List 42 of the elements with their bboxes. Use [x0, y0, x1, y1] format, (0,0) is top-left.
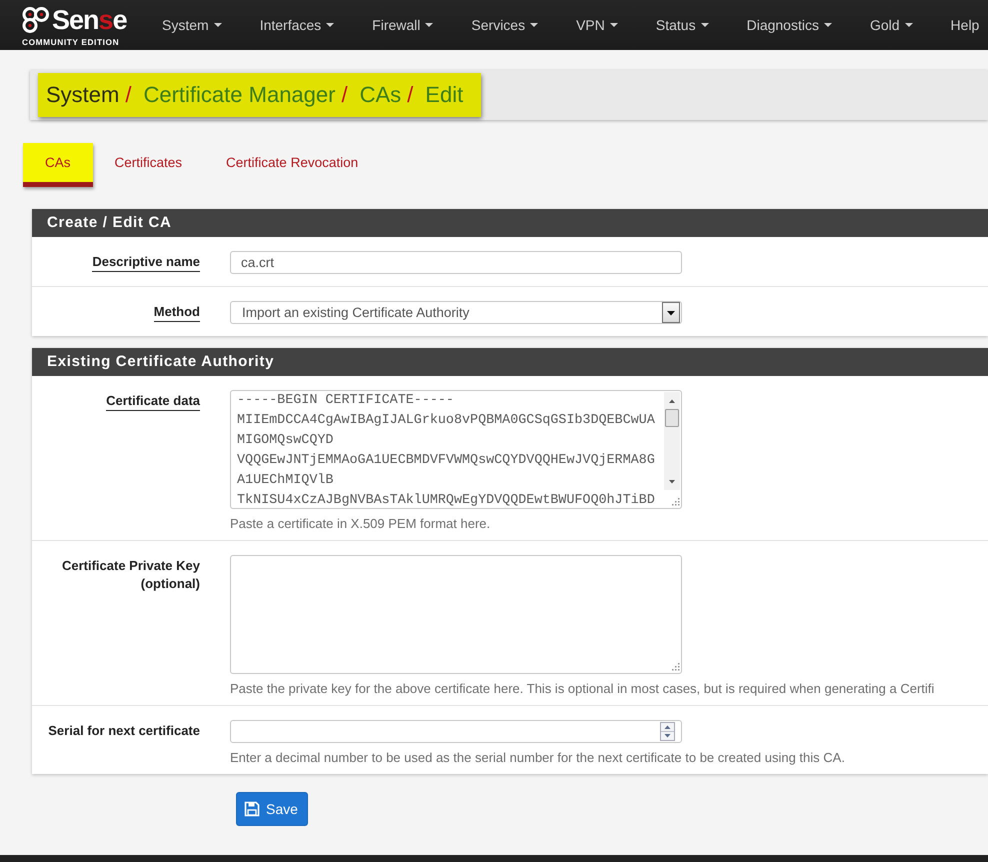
spinner-icon[interactable]	[660, 722, 675, 741]
breadcrumb-link[interactable]: Edit	[425, 82, 464, 108]
breadcrumb-separator: /	[125, 82, 132, 108]
number-field[interactable]	[230, 720, 682, 743]
panel-header: Existing Certificate Authority	[32, 348, 988, 376]
field-label: Method	[154, 303, 200, 322]
textarea-field[interactable]	[230, 555, 682, 674]
menu-item[interactable]: VPN	[557, 0, 637, 50]
text-field[interactable]: ca.crt	[230, 251, 682, 274]
logo-tagline: COMMUNITY EDITION	[22, 36, 120, 46]
menu-item[interactable]: Diagnostics	[728, 0, 851, 50]
field-label: Certificate data	[106, 392, 200, 411]
textarea-field[interactable]: -----BEGIN CERTIFICATE----- MIIEmDCCA4CgAwIBAgIJALGrkuo8vPQBMA0GCSqGSIb3DQEBCwUA MIGOMQswCQYD VQQGEwJNTjEMMAoGA1UECBMDVFVWMQswCQYDVQQHEwJVQjERMA8G A1UEChMIQVlB TkNISU4xCzAJBgNVBAsTAklUMRQwEgYDVQQDEwtBWUFOQ0hJTiBD	[230, 390, 682, 509]
tab[interactable]: Certificates	[92, 143, 204, 187]
breadcrumb-link[interactable]: CAs	[360, 82, 402, 108]
rings-logo-icon	[22, 6, 50, 34]
dropdown-field[interactable]: Import an existing Certificate Authority	[230, 301, 682, 324]
tab[interactable]: Certificate Revocation	[204, 143, 380, 187]
menu-item[interactable]: Interfaces	[240, 0, 354, 50]
resize-grip-icon[interactable]	[671, 662, 680, 671]
field-label: Descriptive name	[92, 253, 200, 272]
menu-item[interactable]: Status	[636, 0, 728, 50]
menu-item[interactable]: Firewall	[353, 0, 452, 50]
resize-grip-icon[interactable]	[671, 497, 680, 506]
breadcrumb-separator: /	[341, 82, 348, 108]
field-label: Certificate Private Key (optional)	[60, 557, 200, 593]
scrollbar[interactable]	[664, 392, 680, 490]
menu-item[interactable]: Help	[932, 0, 980, 50]
breadcrumb-text: System	[46, 82, 120, 108]
field-label: Serial for next certificate	[48, 722, 200, 740]
tab[interactable]: CAs	[23, 143, 93, 187]
breadcrumb-link[interactable]: Certificate Manager	[143, 82, 336, 108]
panel-header: Create / Edit CA	[32, 209, 988, 237]
save-button[interactable]: Save	[236, 792, 308, 826]
breadcrumb-separator: /	[407, 82, 414, 108]
menu-item[interactable]: Gold	[850, 0, 932, 50]
menu-item[interactable]: Services	[452, 0, 558, 50]
logo-wordmark: Sense	[52, 4, 127, 34]
help-text: Paste a certificate in X.509 PEM format here.	[230, 515, 492, 533]
menu-item[interactable]: System	[143, 0, 241, 50]
help-text: Enter a decimal number to be used as the serial number for the next certificate to be created using this CA.	[230, 749, 846, 767]
help-text: Paste the private key for the above certificate here. This is optional in most cases, but is required when generating a Certifi	[230, 680, 936, 698]
